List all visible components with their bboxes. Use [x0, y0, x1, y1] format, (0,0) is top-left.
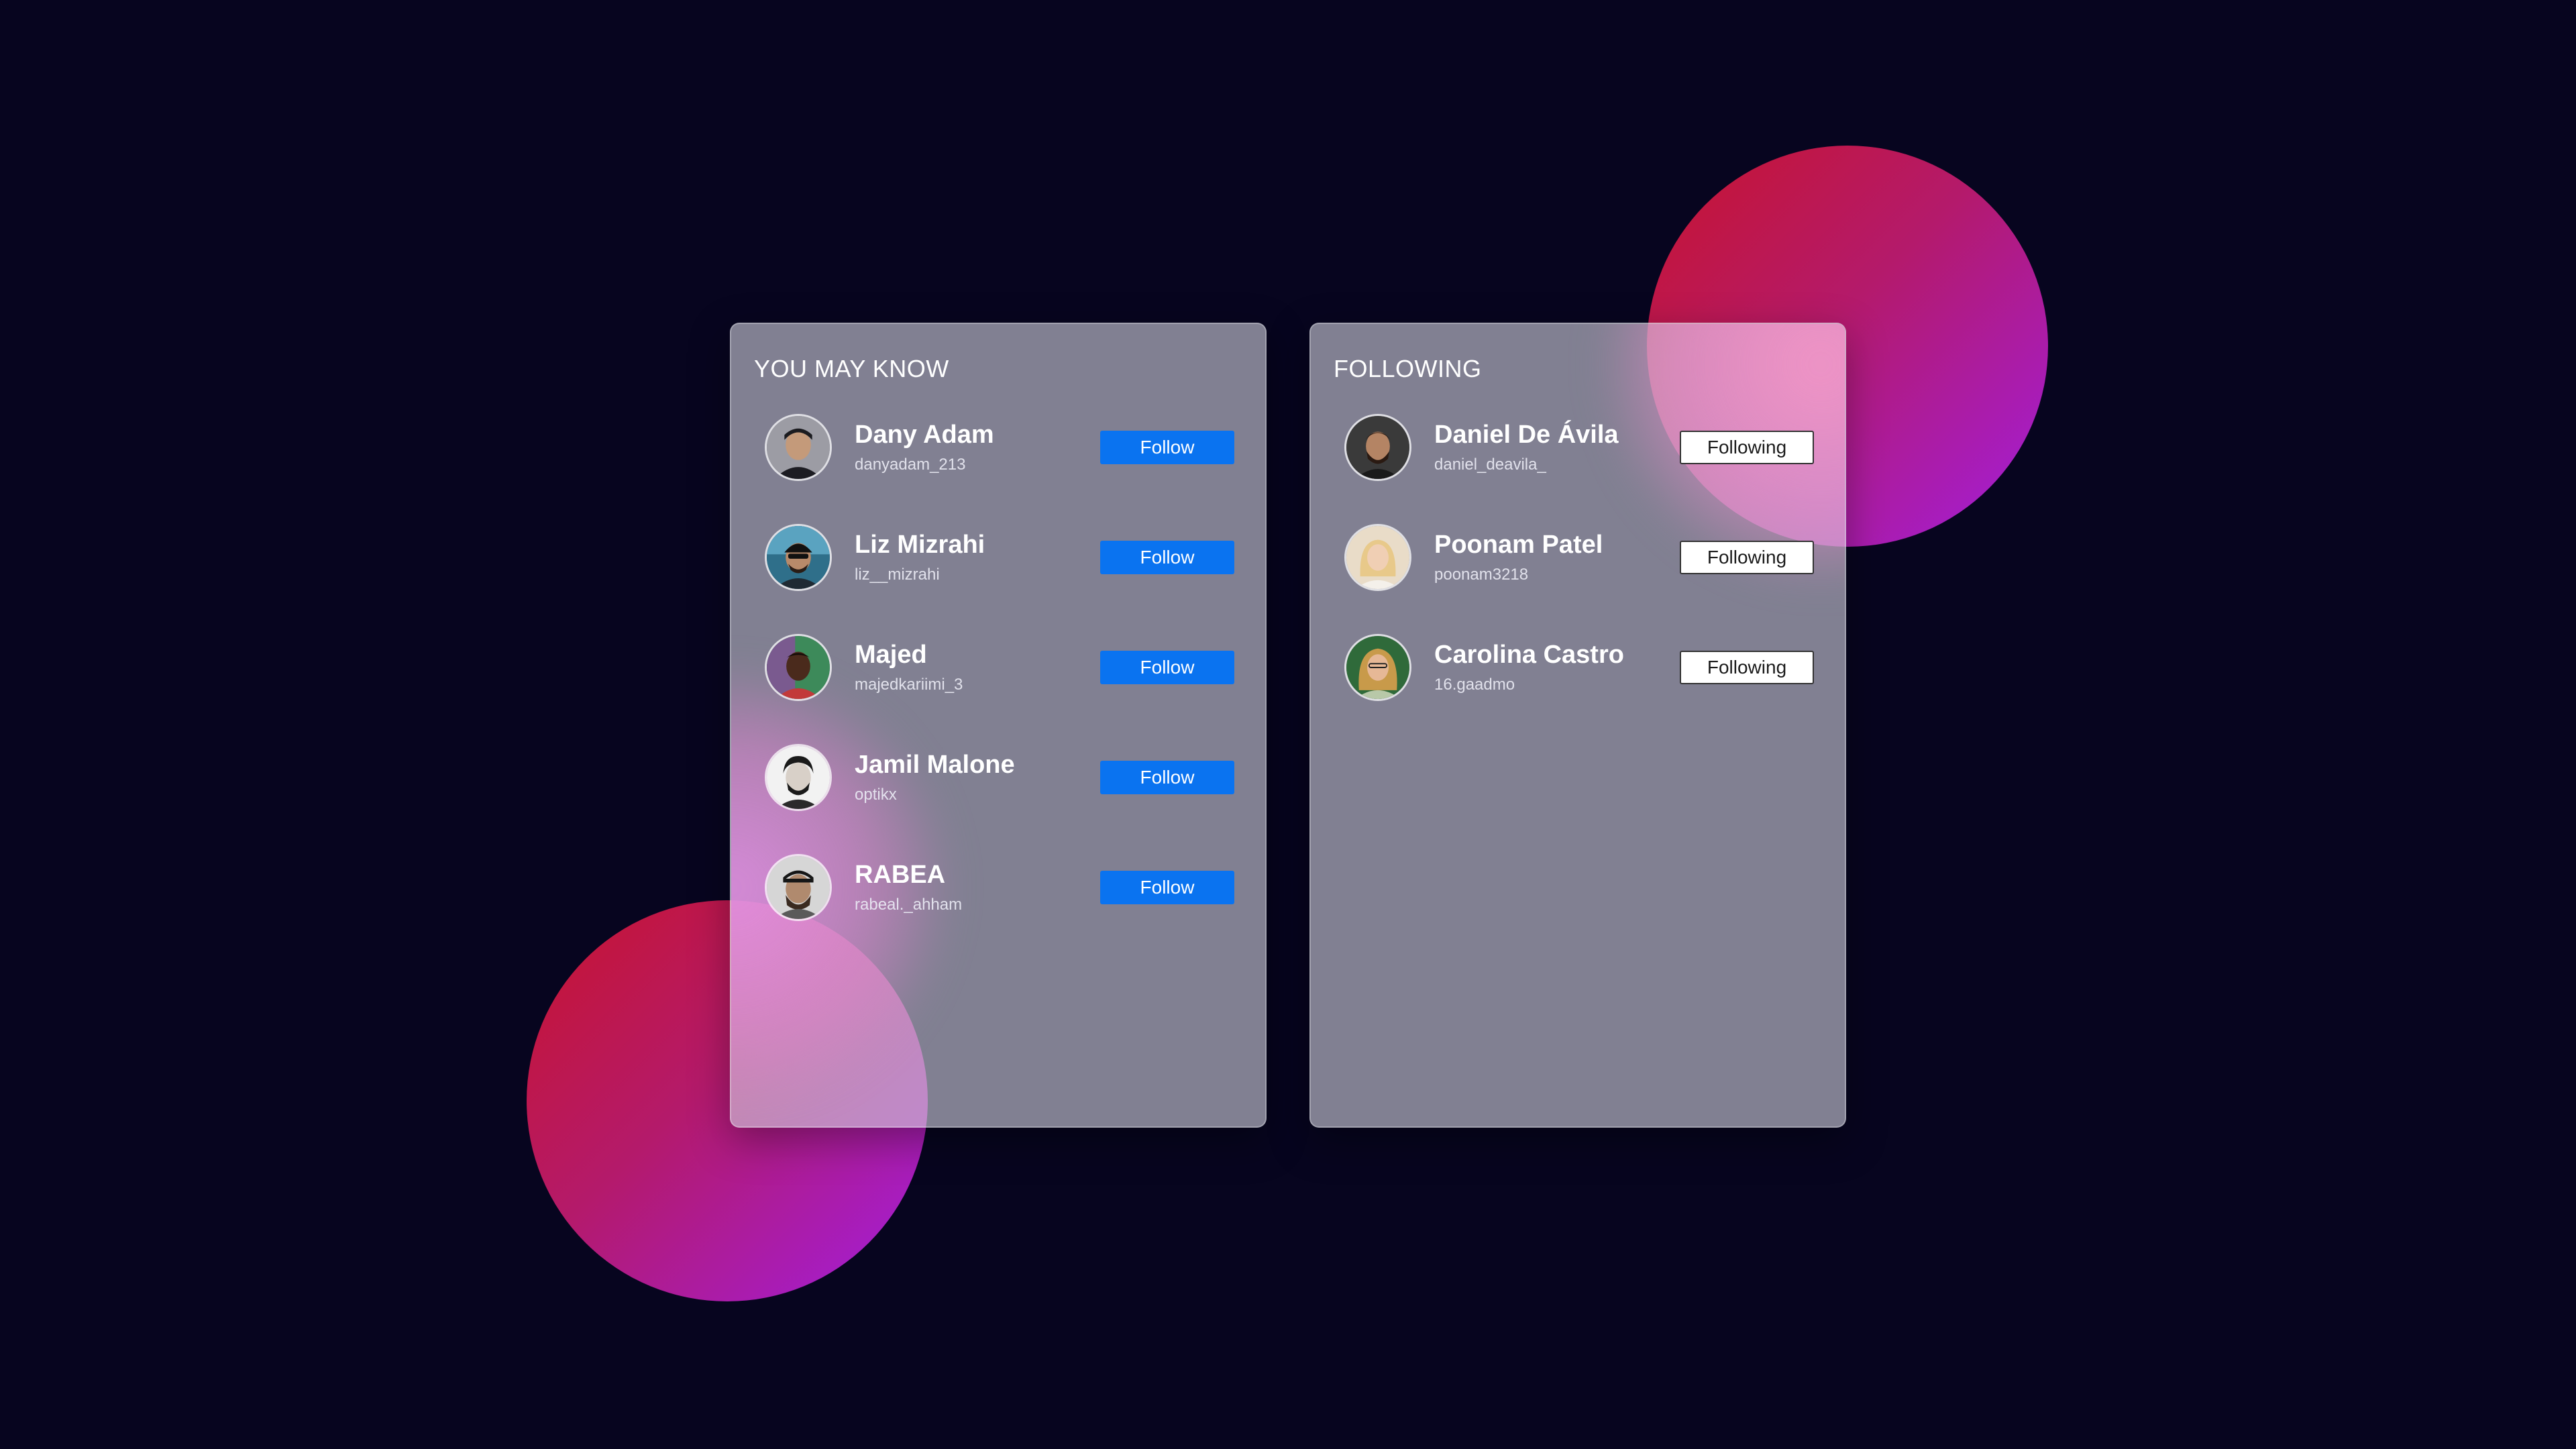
person-name: Daniel De Ávila — [1434, 421, 1619, 449]
person-name: Carolina Castro — [1434, 641, 1624, 669]
avatar[interactable] — [765, 854, 832, 921]
avatar[interactable] — [765, 744, 832, 811]
list-item: Dany Adam danyadam_213 Follow — [765, 414, 1234, 481]
following-button[interactable]: Following — [1680, 651, 1814, 684]
follow-button[interactable]: Follow — [1100, 761, 1234, 794]
person-name: Jamil Malone — [855, 751, 1015, 779]
avatar[interactable] — [765, 414, 832, 481]
follow-button[interactable]: Follow — [1100, 541, 1234, 574]
person-handle: poonam3218 — [1434, 566, 1529, 584]
person-name: RABEA — [855, 861, 946, 889]
avatar[interactable] — [1344, 524, 1411, 591]
person-name: Poonam Patel — [1434, 531, 1603, 559]
follow-button[interactable]: Follow — [1100, 431, 1234, 464]
list-item: Jamil Malone optikx Follow — [765, 744, 1234, 811]
list-item: RABEA rabeal._ahham Follow — [765, 854, 1234, 921]
following-list: Daniel De Ávila daniel_deavila_ Followin… — [1344, 414, 1814, 744]
list-item: Majed majedkariimi_3 Follow — [765, 634, 1234, 701]
list-item: Liz Mizrahi liz__mizrahi Follow — [765, 524, 1234, 591]
you-may-know-panel: YOU MAY KNOW Dany Adam danyadam_213 Foll… — [730, 323, 1267, 1128]
person-handle: majedkariimi_3 — [855, 676, 963, 694]
following-button[interactable]: Following — [1680, 541, 1814, 574]
follow-button[interactable]: Follow — [1100, 871, 1234, 904]
avatar[interactable] — [1344, 634, 1411, 701]
suggestion-list: Dany Adam danyadam_213 Follow Liz Mizrah… — [765, 414, 1234, 964]
avatar[interactable] — [765, 524, 832, 591]
person-handle: danyadam_213 — [855, 455, 966, 474]
person-handle: rabeal._ahham — [855, 896, 963, 914]
person-handle: optikx — [855, 786, 897, 804]
panel-title: FOLLOWING — [1334, 355, 1482, 382]
person-handle: 16.gaadmo — [1434, 676, 1515, 694]
avatar[interactable] — [1344, 414, 1411, 481]
list-item: Poonam Patel poonam3218 Following — [1344, 524, 1814, 591]
avatar[interactable] — [765, 634, 832, 701]
person-handle: daniel_deavila_ — [1434, 455, 1546, 474]
follow-button[interactable]: Follow — [1100, 651, 1234, 684]
list-item: Carolina Castro 16.gaadmo Following — [1344, 634, 1814, 701]
panel-title: YOU MAY KNOW — [754, 355, 949, 382]
following-panel: FOLLOWING Daniel De Ávila daniel_deavila… — [1309, 323, 1846, 1128]
person-handle: liz__mizrahi — [855, 566, 940, 584]
person-name: Majed — [855, 641, 927, 669]
list-item: Daniel De Ávila daniel_deavila_ Followin… — [1344, 414, 1814, 481]
following-button[interactable]: Following — [1680, 431, 1814, 464]
person-name: Dany Adam — [855, 421, 994, 449]
person-name: Liz Mizrahi — [855, 531, 985, 559]
